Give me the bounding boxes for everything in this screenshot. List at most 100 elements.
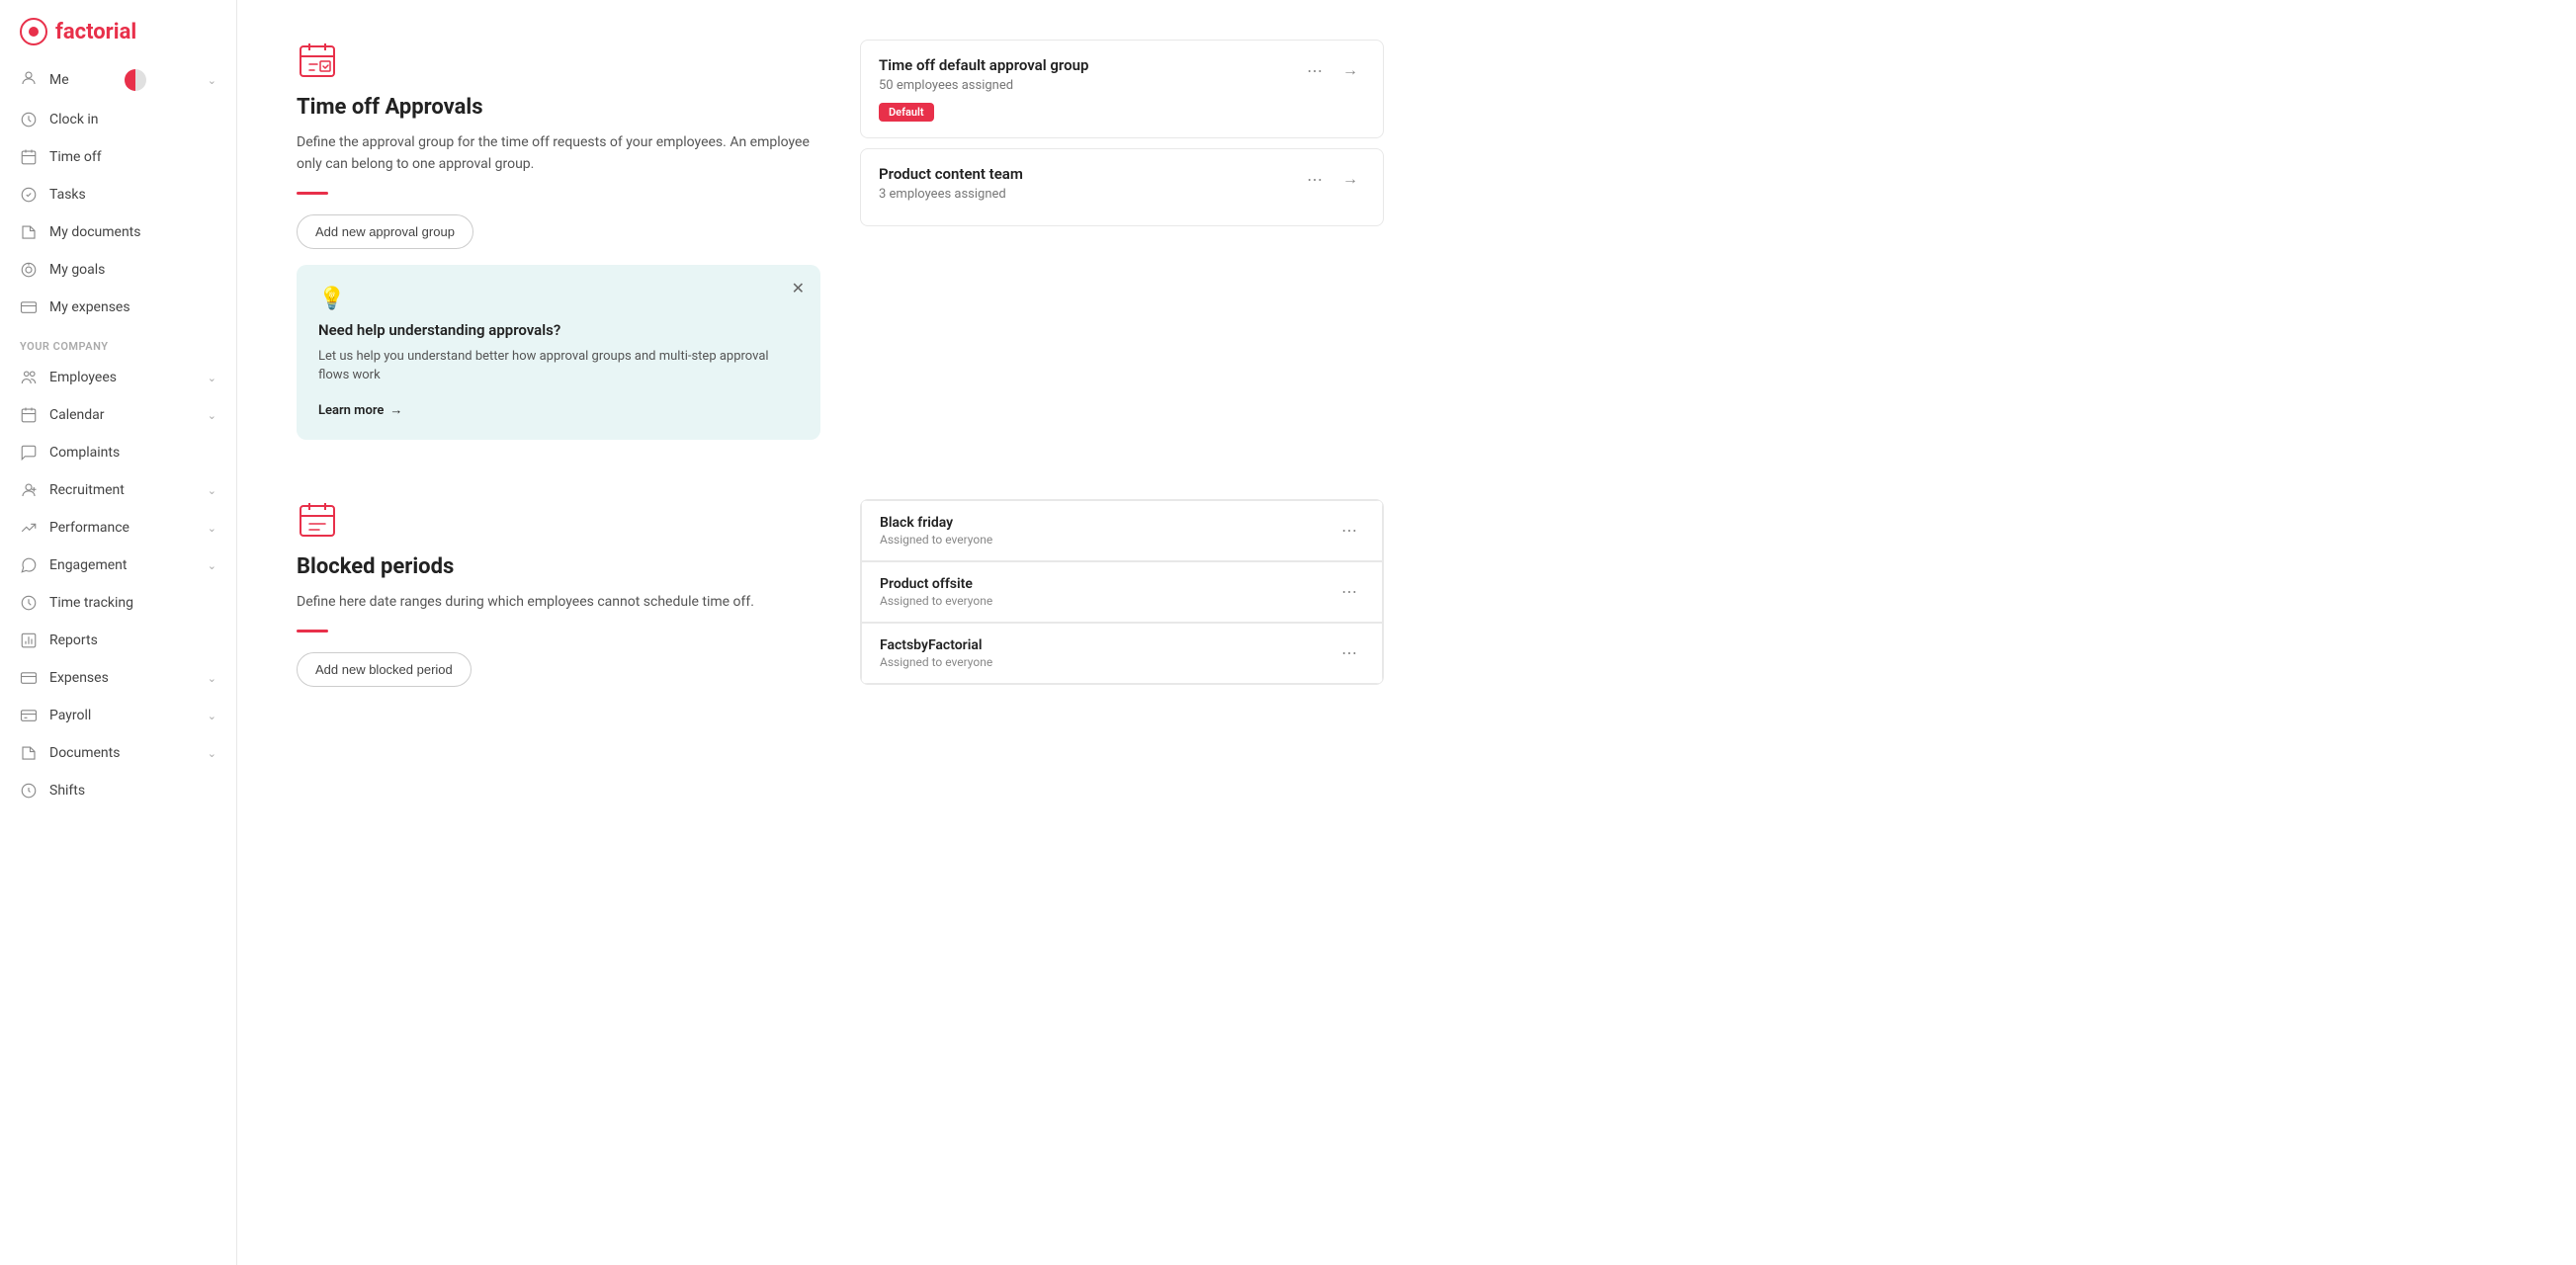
card-actions-default: ⋯ → [1300, 56, 1365, 86]
sidebar: factorial Me ⌄ Clock in Time off [0, 0, 237, 1265]
recruitment-icon [20, 481, 38, 499]
card-more-button[interactable]: ⋯ [1300, 56, 1330, 86]
chevron-down-icon: ⌄ [208, 74, 216, 87]
sidebar-item-my-goals[interactable]: My goals [0, 251, 236, 289]
sidebar-item-my-expenses[interactable]: My expenses [0, 289, 236, 326]
blocked-card-info-1: Black friday Assigned to everyone [880, 515, 1334, 547]
add-approval-group-button[interactable]: Add new approval group [297, 214, 473, 249]
approval-card-product: Product content team 3 employees assigne… [860, 148, 1384, 226]
sidebar-item-payroll-label: Payroll [49, 708, 91, 723]
sidebar-item-recruitment-label: Recruitment [49, 482, 125, 498]
expenses-icon [20, 298, 38, 316]
sidebar-item-clock-in-label: Clock in [49, 112, 99, 127]
blocked-card-title-1: Black friday [880, 515, 1334, 531]
company-section-label: YOUR COMPANY [0, 326, 236, 359]
docs-icon [20, 744, 38, 762]
sidebar-item-performance-label: Performance [49, 520, 129, 536]
sidebar-item-my-goals-label: My goals [49, 262, 105, 278]
blocked-divider [297, 630, 328, 632]
blocked-cards-container: Black friday Assigned to everyone ⋯ Prod… [860, 499, 1384, 685]
reports-icon [20, 632, 38, 649]
sidebar-item-shifts-label: Shifts [49, 783, 85, 799]
blocked-card-sub-1: Assigned to everyone [880, 533, 1334, 547]
blocked-card-sub-3: Assigned to everyone [880, 655, 1334, 669]
blocked-card-sub-2: Assigned to everyone [880, 594, 1334, 608]
card-subtitle-product: 3 employees assigned [879, 187, 1300, 202]
card-navigate-button-2[interactable]: → [1335, 165, 1365, 195]
progress-indicator [125, 69, 146, 91]
approvals-title: Time off Approvals [297, 95, 820, 120]
sidebar-item-expenses[interactable]: Expenses ⌄ [0, 659, 236, 697]
info-box-description: Let us help you understand better how ap… [318, 347, 799, 385]
approvals-right: Time off default approval group 50 emplo… [860, 40, 1384, 440]
sidebar-item-performance[interactable]: Performance ⌄ [0, 509, 236, 547]
logo: factorial [0, 0, 236, 59]
blocked-right: Black friday Assigned to everyone ⋯ Prod… [860, 499, 1384, 686]
card-info-default: Time off default approval group 50 emplo… [879, 56, 1300, 122]
performance-icon [20, 519, 38, 537]
sidebar-item-documents[interactable]: Documents ⌄ [0, 734, 236, 772]
blocked-title: Blocked periods [297, 554, 820, 579]
card-more-button-2[interactable]: ⋯ [1300, 165, 1330, 195]
sidebar-item-time-off-label: Time off [49, 149, 102, 165]
chevron-icon: ⌄ [208, 672, 216, 685]
blocked-icon [297, 499, 338, 541]
payroll-icon [20, 707, 38, 724]
sidebar-item-employees[interactable]: Employees ⌄ [0, 359, 236, 396]
sidebar-item-shifts[interactable]: Shifts [0, 772, 236, 809]
sidebar-item-calendar[interactable]: Calendar ⌄ [0, 396, 236, 434]
approvals-left: Time off Approvals Define the approval g… [297, 40, 820, 440]
chevron-icon: ⌄ [208, 522, 216, 535]
sidebar-item-me-label: Me [49, 72, 69, 88]
logo-text: factorial [55, 20, 136, 44]
blocked-card-more-2[interactable]: ⋯ [1334, 577, 1364, 607]
goals-icon [20, 261, 38, 279]
info-box-close-button[interactable]: ✕ [792, 279, 805, 298]
documents-icon [20, 223, 38, 241]
card-info-product: Product content team 3 employees assigne… [879, 165, 1300, 210]
blocked-grid: Blocked periods Define here date ranges … [297, 499, 1384, 686]
chevron-icon: ⌄ [208, 484, 216, 497]
card-navigate-button[interactable]: → [1335, 56, 1365, 86]
blocked-card-more-1[interactable]: ⋯ [1334, 516, 1364, 546]
tasks-icon [20, 186, 38, 204]
sidebar-item-time-tracking-label: Time tracking [49, 595, 133, 611]
time-tracking-icon [20, 594, 38, 612]
blocked-left: Blocked periods Define here date ranges … [297, 499, 820, 686]
sidebar-item-recruitment[interactable]: Recruitment ⌄ [0, 471, 236, 509]
card-title-product: Product content team [879, 165, 1300, 183]
sidebar-item-time-off[interactable]: Time off [0, 138, 236, 176]
sidebar-item-tasks[interactable]: Tasks [0, 176, 236, 213]
engagement-icon [20, 556, 38, 574]
card-title-default: Time off default approval group [879, 56, 1300, 74]
chevron-icon: ⌄ [208, 710, 216, 722]
approvals-info-box: ✕ 💡 Need help understanding approvals? L… [297, 265, 820, 441]
sidebar-item-my-expenses-label: My expenses [49, 299, 130, 315]
sidebar-item-tasks-label: Tasks [49, 187, 86, 203]
blocked-card-more-3[interactable]: ⋯ [1334, 638, 1364, 668]
add-blocked-period-button[interactable]: Add new blocked period [297, 652, 472, 687]
sidebar-item-clock-in[interactable]: Clock in [0, 101, 236, 138]
sidebar-item-engagement-label: Engagement [49, 557, 127, 573]
sidebar-item-complaints[interactable]: Complaints [0, 434, 236, 471]
sidebar-item-time-tracking[interactable]: Time tracking [0, 584, 236, 622]
approvals-description: Define the approval group for the time o… [297, 131, 820, 176]
sidebar-item-payroll[interactable]: Payroll ⌄ [0, 697, 236, 734]
sidebar-item-me[interactable]: Me ⌄ [0, 59, 236, 101]
approvals-divider [297, 192, 328, 195]
blocked-card-info-3: FactsbyFactorial Assigned to everyone [880, 637, 1334, 669]
chevron-icon: ⌄ [208, 409, 216, 422]
info-box-title: Need help understanding approvals? [318, 321, 799, 339]
chevron-icon: ⌄ [208, 559, 216, 572]
calendar-icon [20, 406, 38, 424]
sidebar-item-my-documents[interactable]: My documents [0, 213, 236, 251]
approval-card-default: Time off default approval group 50 emplo… [860, 40, 1384, 138]
approvals-icon [297, 40, 338, 81]
blocked-card-product-offsite: Product offsite Assigned to everyone ⋯ [861, 561, 1383, 623]
sidebar-item-reports[interactable]: Reports [0, 622, 236, 659]
employees-icon [20, 369, 38, 386]
blocked-card-title-3: FactsbyFactorial [880, 637, 1334, 653]
sidebar-item-calendar-label: Calendar [49, 407, 105, 423]
sidebar-item-engagement[interactable]: Engagement ⌄ [0, 547, 236, 584]
learn-more-link[interactable]: Learn more → [318, 402, 402, 418]
